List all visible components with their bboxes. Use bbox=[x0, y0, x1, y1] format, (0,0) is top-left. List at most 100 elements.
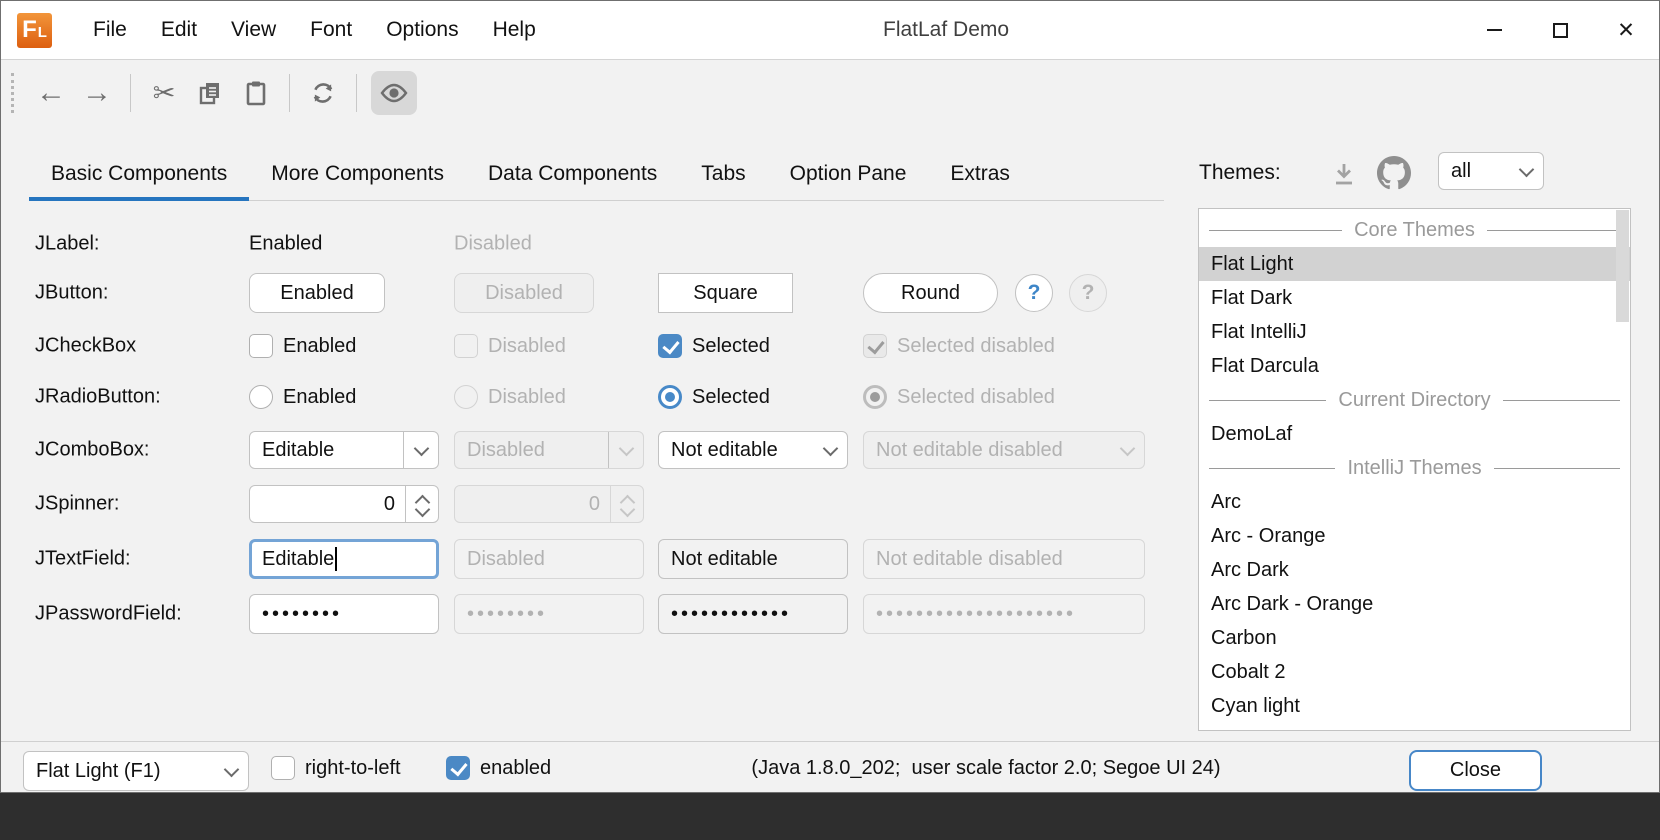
toolbar-separator bbox=[289, 74, 290, 112]
checkbox-disabled: Disabled bbox=[454, 334, 566, 358]
menu-edit[interactable]: Edit bbox=[144, 1, 214, 59]
paste-button[interactable] bbox=[233, 71, 279, 115]
jspinner-row: JSpinner: 0 0 bbox=[1, 485, 1164, 523]
combobox-editable[interactable]: Editable bbox=[249, 431, 439, 469]
square-button[interactable]: Square bbox=[658, 273, 793, 313]
tab-basic-components[interactable]: Basic Components bbox=[29, 147, 249, 200]
jbutton-row: JButton: Enabled Disabled Square Round ?… bbox=[1, 273, 1164, 313]
theme-list-item[interactable]: Flat Dark bbox=[1199, 281, 1630, 315]
jbutton-row-label: JButton: bbox=[35, 282, 108, 305]
theme-list-item[interactable]: Arc bbox=[1199, 485, 1630, 519]
copy-button[interactable] bbox=[187, 71, 233, 115]
forward-button[interactable]: → bbox=[74, 71, 120, 115]
checkbox-selected[interactable]: Selected bbox=[658, 334, 770, 358]
passwordfield-not-editable-disabled: •••••••••••••••••••• bbox=[863, 594, 1145, 634]
help-button-disabled: ? bbox=[1069, 274, 1107, 312]
password-dots: •••••••••••••••••••• bbox=[876, 603, 1076, 626]
maximize-button[interactable] bbox=[1527, 1, 1593, 59]
laf-combobox[interactable]: Flat Light (F1) bbox=[23, 751, 249, 791]
help-button[interactable]: ? bbox=[1015, 274, 1053, 312]
round-button[interactable]: Round bbox=[863, 273, 998, 313]
cut-button[interactable]: ✂ bbox=[141, 71, 187, 115]
textfield-not-editable-disabled: Not editable disabled bbox=[863, 539, 1145, 579]
theme-list-item[interactable]: Cyan light bbox=[1199, 689, 1630, 723]
tab-option-pane[interactable]: Option Pane bbox=[768, 147, 929, 200]
close-button[interactable]: Close bbox=[1409, 750, 1542, 791]
tab-tabs[interactable]: Tabs bbox=[679, 147, 767, 200]
menu-help[interactable]: Help bbox=[476, 1, 553, 59]
close-window-button[interactable]: ✕ bbox=[1593, 1, 1659, 59]
jlabel-enabled: Enabled bbox=[249, 233, 322, 256]
status-bar: Flat Light (F1) right-to-left enabled (J… bbox=[1, 741, 1659, 794]
theme-list-item[interactable]: Carbon bbox=[1199, 621, 1630, 655]
window-controls: ✕ bbox=[1461, 1, 1659, 59]
jradiobutton-row: JRadioButton: Enabled Disabled Selected … bbox=[1, 377, 1164, 417]
toolbar-separator bbox=[356, 74, 357, 112]
tab-data-components[interactable]: Data Components bbox=[466, 147, 679, 200]
combobox-value: Not editable bbox=[659, 439, 813, 462]
github-button[interactable] bbox=[1375, 155, 1413, 191]
theme-list-scrollbar-thumb[interactable] bbox=[1616, 210, 1629, 322]
enabled-button[interactable]: Enabled bbox=[249, 273, 385, 313]
right-to-left-checkbox[interactable]: right-to-left bbox=[271, 742, 401, 794]
radio-label: Selected bbox=[692, 386, 770, 409]
checkbox-label: Selected bbox=[692, 335, 770, 358]
jspinner-row-label: JSpinner: bbox=[35, 493, 120, 516]
theme-list-item[interactable]: Flat Darcula bbox=[1199, 349, 1630, 383]
combobox-disabled: Disabled bbox=[454, 431, 644, 469]
chevron-down-icon bbox=[214, 752, 248, 790]
spinner-arrows bbox=[610, 486, 643, 522]
textfield-disabled: Disabled bbox=[454, 539, 644, 579]
radio-enabled[interactable]: Enabled bbox=[249, 385, 356, 409]
theme-list-separator: Core Themes bbox=[1199, 213, 1630, 247]
theme-list-item[interactable]: Arc Dark - Orange bbox=[1199, 587, 1630, 621]
radio-selected-icon bbox=[658, 385, 682, 409]
refresh-button[interactable] bbox=[300, 71, 346, 115]
theme-list-item[interactable]: DemoLaf bbox=[1199, 417, 1630, 451]
textfield-not-editable[interactable]: Not editable bbox=[658, 539, 848, 579]
radio-icon bbox=[249, 385, 273, 409]
eye-toggle-button[interactable] bbox=[371, 71, 417, 115]
toolbar-separator bbox=[130, 74, 131, 112]
radio-icon bbox=[454, 385, 478, 409]
checkbox-enabled[interactable]: Enabled bbox=[249, 334, 356, 358]
theme-list-separator: IntelliJ Themes bbox=[1199, 451, 1630, 485]
github-icon bbox=[1377, 156, 1411, 190]
minimize-button[interactable] bbox=[1461, 1, 1527, 59]
textfield-value: Disabled bbox=[467, 548, 545, 571]
spinner-arrows[interactable] bbox=[405, 486, 438, 522]
tab-extras[interactable]: Extras bbox=[928, 147, 1032, 200]
toolbar-drag-handle[interactable] bbox=[11, 73, 14, 113]
jcheckbox-row-label: JCheckBox bbox=[35, 335, 136, 358]
paste-icon bbox=[243, 80, 269, 106]
menu-file[interactable]: File bbox=[76, 1, 144, 59]
combobox-value: Disabled bbox=[455, 439, 608, 462]
theme-filter-combobox[interactable]: all bbox=[1438, 152, 1544, 190]
theme-list-item[interactable]: Cobalt 2 bbox=[1199, 655, 1630, 689]
passwordfield-not-editable[interactable]: •••••••••••• bbox=[658, 594, 848, 634]
theme-list-item[interactable]: Arc - Orange bbox=[1199, 519, 1630, 553]
passwordfield-editable[interactable]: •••••••• bbox=[249, 594, 439, 634]
status-info-text: (Java 1.8.0_202; user scale factor 2.0; … bbox=[701, 742, 1271, 794]
theme-list-item[interactable]: Flat Light bbox=[1199, 247, 1630, 281]
menu-view[interactable]: View bbox=[214, 1, 293, 59]
spinner-enabled[interactable]: 0 bbox=[249, 485, 439, 523]
maximize-icon bbox=[1553, 23, 1568, 38]
combobox-not-editable[interactable]: Not editable bbox=[658, 431, 848, 469]
checkbox-selected-disabled: Selected disabled bbox=[863, 334, 1055, 358]
chevron-down-icon bbox=[1509, 153, 1543, 189]
checkbox-checked-icon bbox=[658, 334, 682, 358]
passwordfield-disabled: •••••••• bbox=[454, 594, 644, 634]
theme-list-item[interactable]: Arc Dark bbox=[1199, 553, 1630, 587]
theme-list-item[interactable]: Flat IntelliJ bbox=[1199, 315, 1630, 349]
radio-selected[interactable]: Selected bbox=[658, 385, 770, 409]
tab-more-components[interactable]: More Components bbox=[249, 147, 466, 200]
copy-icon bbox=[197, 80, 223, 106]
enabled-checkbox[interactable]: enabled bbox=[446, 742, 551, 794]
textfield-editable[interactable]: Editable bbox=[249, 539, 439, 579]
menu-options[interactable]: Options bbox=[369, 1, 475, 59]
back-button[interactable]: ← bbox=[28, 71, 74, 115]
separator-label: Core Themes bbox=[1354, 219, 1475, 242]
menu-font[interactable]: Font bbox=[293, 1, 369, 59]
download-themes-button[interactable] bbox=[1327, 159, 1361, 189]
